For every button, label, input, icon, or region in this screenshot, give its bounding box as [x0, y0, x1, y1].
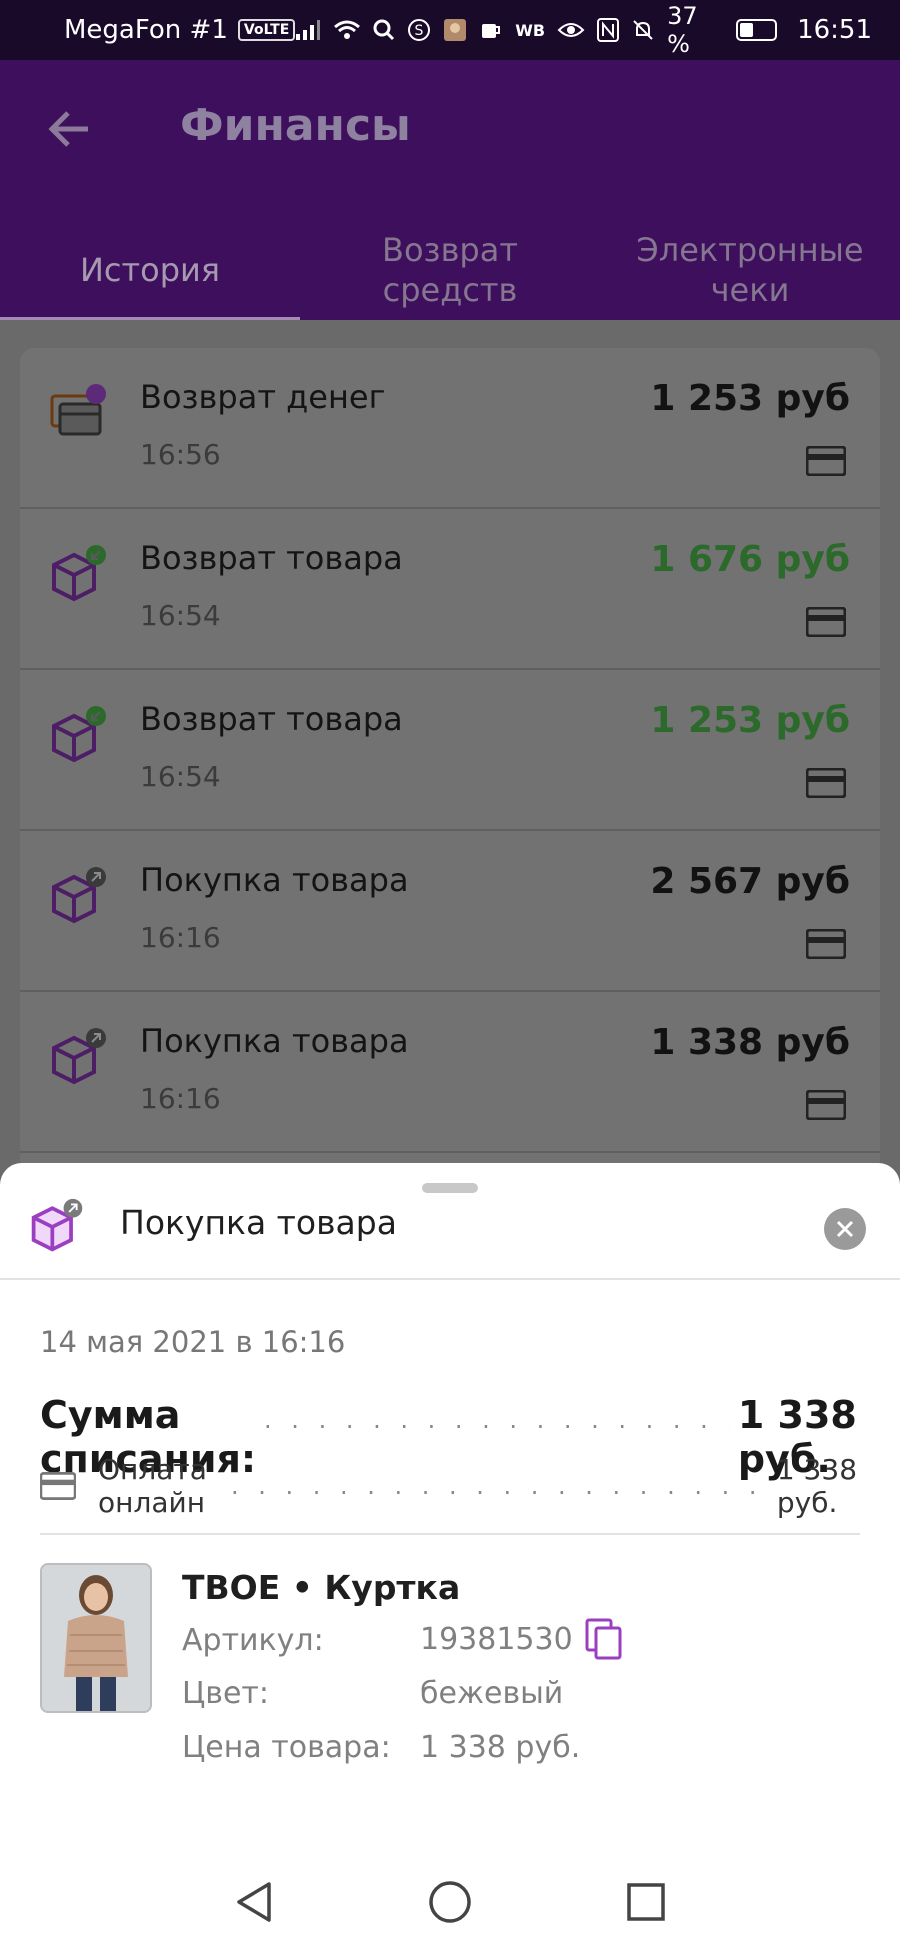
cup-icon	[479, 18, 503, 42]
item-time: 16:54	[140, 599, 221, 632]
credit-card-icon	[805, 767, 847, 799]
copy-icon[interactable]	[585, 1618, 623, 1660]
item-title: Покупка товара	[140, 1022, 409, 1060]
wifi-icon	[333, 19, 361, 41]
signal-icon	[295, 19, 321, 41]
volte-badge: VoLTE	[237, 19, 296, 41]
carrier-name: MegaFon #1	[64, 15, 228, 45]
color-value: бежевый	[420, 1676, 564, 1711]
payment-row: Оплата онлайн . . . . . . . . . . . . . …	[39, 1453, 860, 1519]
item-time: 16:54	[140, 760, 221, 793]
close-button[interactable]	[824, 1208, 866, 1250]
app-bar: Финансы История Возврат средств Электрон…	[0, 60, 900, 322]
dot-leader: . . . . . . . . . . . . . . . . . . . . …	[230, 1472, 769, 1500]
dot-leader: . . . . . . . . . . . . . . . . . . . . …	[264, 1406, 730, 1434]
credit-card-icon	[39, 1472, 77, 1500]
battery-icon	[735, 19, 778, 41]
drag-handle[interactable]	[422, 1183, 478, 1193]
divider	[40, 1533, 860, 1535]
box-purchase-icon	[48, 1026, 110, 1088]
nav-home-icon[interactable]	[427, 1879, 473, 1925]
price-value: 1 338 руб.	[420, 1730, 581, 1765]
item-title: Покупка товара	[140, 861, 409, 899]
article-label: Артикул:	[182, 1623, 324, 1658]
box-return-icon	[48, 704, 110, 766]
item-amount: 1 253 руб	[650, 700, 850, 741]
status-bar: MegaFon #1 VoLTE S WB 37 % 16:51	[0, 0, 900, 60]
page-title: Финансы	[180, 100, 411, 151]
product-image[interactable]	[40, 1563, 152, 1713]
item-title: Возврат товара	[140, 700, 403, 738]
eye-icon	[557, 20, 585, 40]
product-name: ТВОЕ • Куртка	[182, 1568, 461, 1607]
item-amount: 2 567 руб	[650, 861, 850, 902]
item-time: 16:16	[140, 921, 221, 954]
list-item[interactable]: Покупка товара 16:16 2 567 руб	[20, 831, 880, 992]
list-item[interactable]: Возврат товара 16:54 1 253 руб	[20, 670, 880, 831]
list-item[interactable]: Возврат товара 16:54 1 676 руб	[20, 509, 880, 670]
tab-refunds-label: Возврат средств	[382, 231, 518, 309]
history-list: Возврат денег 16:56 1 253 руб Возврат то…	[20, 348, 880, 1178]
price-label: Цена товара:	[182, 1730, 391, 1765]
nav-recents-icon[interactable]	[623, 1879, 669, 1925]
article-row: 19381530	[420, 1618, 623, 1660]
wallet-refund-icon	[48, 382, 110, 444]
item-time: 16:56	[140, 438, 221, 471]
sheet-title: Покупка товара	[120, 1203, 397, 1242]
nav-back-icon[interactable]	[231, 1879, 277, 1925]
payment-method-value: 1 338 руб.	[776, 1453, 858, 1519]
wb-icon: WB	[515, 20, 546, 40]
credit-card-icon	[805, 606, 847, 638]
item-amount: 1 253 руб	[650, 378, 850, 419]
battery-percent: 37 %	[667, 2, 698, 58]
color-label: Цвет:	[182, 1676, 270, 1711]
tab-refunds[interactable]: Возврат средств	[300, 220, 600, 320]
tab-e-receipts-label: Электронные чеки	[636, 231, 864, 309]
clock: 16:51	[797, 15, 872, 45]
bell-off-icon	[631, 18, 655, 42]
nfc-icon	[597, 18, 620, 42]
close-icon	[836, 1220, 854, 1238]
article-value: 19381530	[420, 1621, 573, 1657]
transaction-date: 14 мая 2021 в 16:16	[40, 1325, 346, 1359]
box-purchase-icon	[48, 865, 110, 927]
credit-card-icon	[805, 928, 847, 960]
transaction-details-sheet: Покупка товара 14 мая 2021 в 16:16 Сумма…	[0, 1163, 900, 1853]
box-return-icon	[48, 543, 110, 605]
status-icons: S WB 37 % 16:51	[295, 2, 872, 58]
tab-bar: История Возврат средств Электронные чеки	[0, 220, 900, 322]
credit-card-icon	[805, 1089, 847, 1121]
ruble-circle-icon: S	[407, 18, 431, 42]
item-title: Возврат денег	[140, 378, 386, 416]
svg-text:S: S	[415, 23, 424, 39]
divider	[0, 1278, 900, 1280]
box-purchase-icon	[28, 1197, 86, 1255]
payment-method-label: Оплата онлайн	[98, 1453, 207, 1519]
tab-e-receipts[interactable]: Электронные чеки	[600, 220, 900, 320]
back-arrow-icon[interactable]	[44, 104, 94, 154]
photo-thumb-icon	[443, 18, 467, 42]
item-amount: 1 338 руб	[650, 1022, 850, 1063]
system-nav-bar	[0, 1853, 900, 1950]
item-title: Возврат товара	[140, 539, 403, 577]
credit-card-icon	[805, 445, 847, 477]
list-item[interactable]: Покупка товара 16:16 1 338 руб	[20, 992, 880, 1153]
item-amount: 1 676 руб	[650, 539, 850, 580]
list-item[interactable]: Возврат денег 16:56 1 253 руб	[20, 348, 880, 509]
item-time: 16:16	[140, 1082, 221, 1115]
search-icon	[373, 19, 395, 41]
tab-history[interactable]: История	[0, 220, 300, 322]
